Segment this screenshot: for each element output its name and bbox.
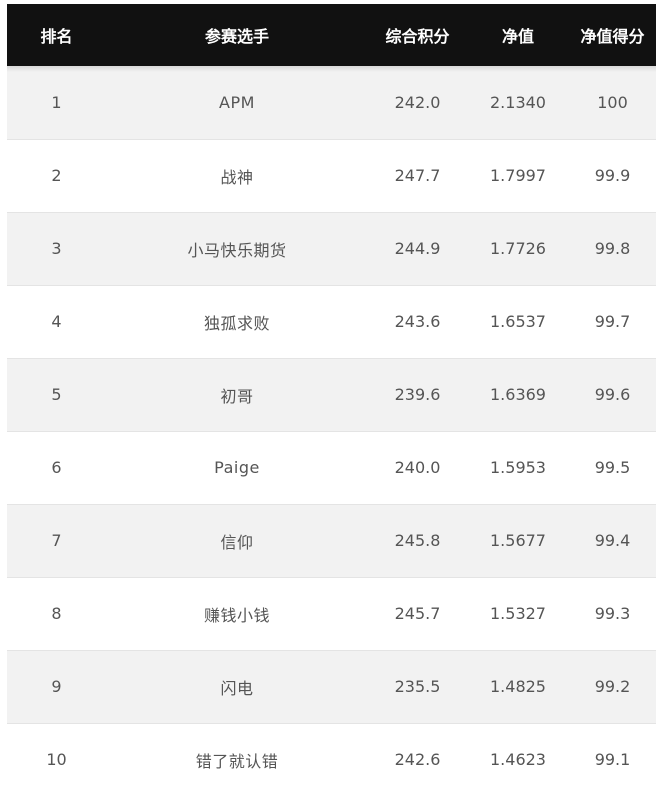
net-value-score-cell: 99.3	[569, 576, 656, 650]
ranking-table-header: 排名 参赛选手 综合积分 净值 净值得分	[7, 4, 656, 66]
net-value-score-cell: 100	[597, 92, 628, 112]
total-score-cell: 243.6	[368, 284, 467, 358]
table-row: 1 APM 242.0 2.1340 100	[7, 66, 656, 139]
contestant-cell: 错了就认错	[106, 722, 368, 796]
rank-cell: 4	[7, 284, 106, 358]
net-value-score-cell: 99.7	[569, 284, 656, 358]
net-value-cell: 1.4825	[467, 649, 569, 723]
contestant-cell: 小马快乐期货	[106, 211, 368, 285]
table-row: 5 初哥 239.6 1.6369 99.6	[7, 357, 656, 431]
table-row: 9 闪电 235.5 1.4825 99.2	[7, 649, 656, 723]
net-value-cell: 1.7726	[467, 211, 569, 285]
table-row: 2 战神 247.7 1.7997 99.9	[7, 138, 656, 212]
net-value-cell: 1.6369	[467, 357, 569, 431]
net-value-cell: 1.5677	[467, 503, 569, 577]
net-value-score-cell: 99.8	[569, 211, 656, 285]
header-rank: 排名	[40, 27, 73, 46]
total-score-cell: 245.8	[368, 503, 467, 577]
table-row: 6 Paige 240.0 1.5953 99.5	[7, 430, 656, 504]
ranking-page: 排名 参赛选手 综合积分 净值 净值得分 1 APM 242.0 2.1340 …	[0, 0, 656, 804]
header-total-score: 综合积分	[385, 27, 450, 46]
net-value-cell: 1.4623	[467, 722, 569, 796]
net-value-score-cell: 99.6	[569, 357, 656, 431]
table-row: 4 独孤求败 243.6 1.6537 99.7	[7, 284, 656, 358]
table-row: 3 小马快乐期货 244.9 1.7726 99.8	[7, 211, 656, 285]
table-row: 10 错了就认错 242.6 1.4623 99.1	[7, 722, 656, 796]
net-value-score-cell: 99.2	[569, 649, 656, 723]
total-score-cell: 245.7	[368, 576, 467, 650]
total-score-cell: 247.7	[368, 138, 467, 212]
total-score-cell: 240.0	[368, 430, 467, 504]
net-value-cell: 1.5327	[467, 576, 569, 650]
header-net-value: 净值	[501, 27, 534, 46]
ranking-table-body: 1 APM 242.0 2.1340 100 2 战神 247.7 1.7997…	[7, 66, 656, 796]
contestant-cell: 赚钱小钱	[106, 576, 368, 650]
total-score-cell: 242.0	[394, 92, 441, 112]
net-value-score-cell: 99.4	[569, 503, 656, 577]
net-value-cell: 1.5953	[467, 430, 569, 504]
rank-cell: 1	[51, 92, 62, 112]
rank-cell: 7	[7, 503, 106, 577]
total-score-cell: 242.6	[368, 722, 467, 796]
rank-cell: 8	[7, 576, 106, 650]
contestant-cell: 信仰	[106, 503, 368, 577]
rank-cell: 2	[7, 138, 106, 212]
header-row: 排名 参赛选手 综合积分 净值 净值得分	[7, 4, 656, 66]
ranking-table: 排名 参赛选手 综合积分 净值 净值得分 1 APM 242.0 2.1340 …	[7, 4, 656, 796]
contestant-cell: 战神	[106, 138, 368, 212]
net-value-score-cell: 99.5	[569, 430, 656, 504]
contestant-cell: Paige	[106, 430, 368, 504]
contestant-cell: APM	[219, 92, 255, 112]
net-value-score-cell: 99.1	[569, 722, 656, 796]
total-score-cell: 239.6	[368, 357, 467, 431]
table-row: 7 信仰 245.8 1.5677 99.4	[7, 503, 656, 577]
contestant-cell: 闪电	[106, 649, 368, 723]
rank-cell: 5	[7, 357, 106, 431]
rank-cell: 10	[7, 722, 106, 796]
contestant-cell: 初哥	[106, 357, 368, 431]
total-score-cell: 244.9	[368, 211, 467, 285]
net-value-cell: 2.1340	[490, 92, 546, 112]
total-score-cell: 235.5	[368, 649, 467, 723]
contestant-cell: 独孤求败	[106, 284, 368, 358]
net-value-cell: 1.7997	[467, 138, 569, 212]
net-value-cell: 1.6537	[467, 284, 569, 358]
header-contestant: 参赛选手	[204, 27, 269, 46]
net-value-score-cell: 99.9	[569, 138, 656, 212]
header-net-value-score: 净值得分	[580, 27, 645, 46]
table-row: 8 赚钱小钱 245.7 1.5327 99.3	[7, 576, 656, 650]
rank-cell: 6	[7, 430, 106, 504]
rank-cell: 9	[7, 649, 106, 723]
rank-cell: 3	[7, 211, 106, 285]
